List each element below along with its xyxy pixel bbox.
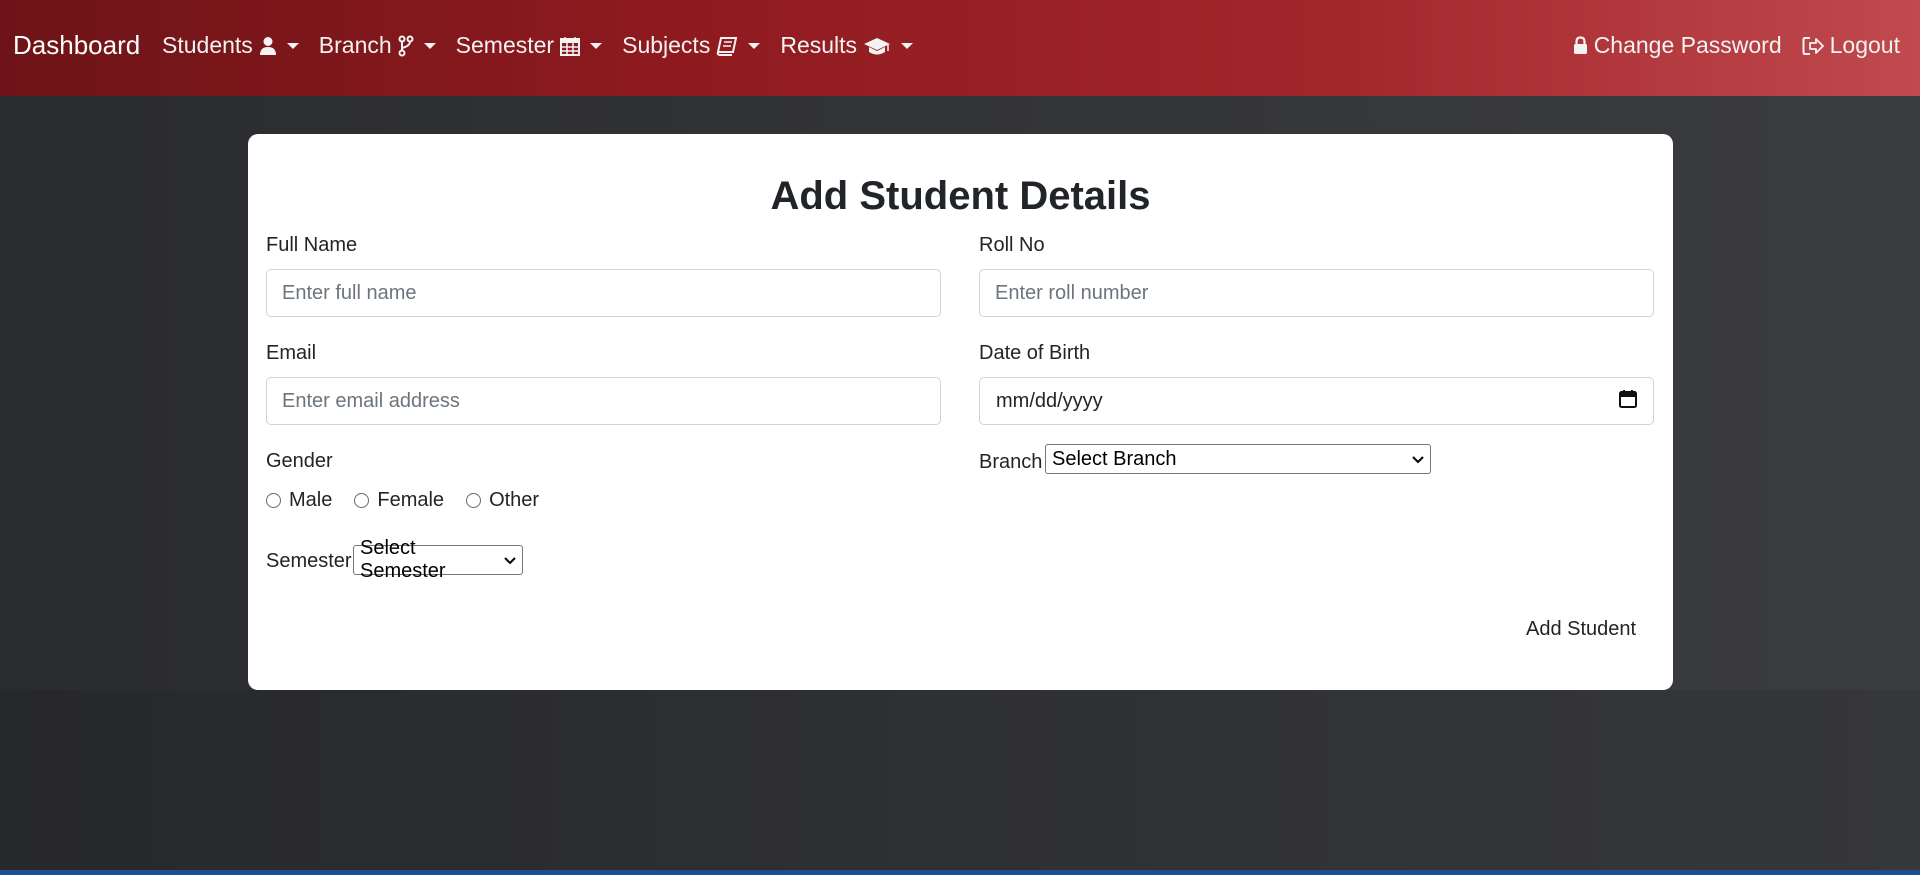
nav-semester-label: Semester <box>455 32 555 58</box>
nav-branch-dropdown[interactable]: Branch <box>319 32 436 59</box>
sign-out-icon <box>1802 36 1824 56</box>
email-input[interactable] <box>266 377 941 425</box>
nav-menu: Students Branch Semester Subjects Result… <box>162 32 933 59</box>
logout-link[interactable]: Logout <box>1802 32 1900 59</box>
chevron-down-icon <box>504 552 516 568</box>
dob-input[interactable]: mm/dd/yyyy <box>979 377 1654 425</box>
user-icon <box>259 36 277 56</box>
gender-female-label: Female <box>377 489 445 511</box>
nav-subjects-label: Subjects <box>622 32 711 58</box>
gender-female-option[interactable]: Female <box>354 489 444 512</box>
branch-select-value: Select Branch <box>1052 447 1177 470</box>
chevron-down-icon <box>286 42 299 49</box>
chevron-down-icon <box>901 42 914 49</box>
change-password-link[interactable]: Change Password <box>1573 32 1782 59</box>
full-name-label: Full Name <box>266 234 358 256</box>
dob-label: Date of Birth <box>979 342 1091 364</box>
logout-label: Logout <box>1829 32 1900 58</box>
semester-select-value: Select Semester <box>360 537 446 582</box>
nav-students-label: Students <box>162 32 253 58</box>
nav-account: Change Password Logout <box>1553 32 1900 59</box>
page-title: Add Student Details <box>770 174 1151 218</box>
chevron-down-icon <box>590 42 603 49</box>
dob-placeholder: mm/dd/yyyy <box>996 389 1103 412</box>
book-icon <box>716 36 738 56</box>
roll-no-label: Roll No <box>979 234 1045 256</box>
nav-students-dropdown[interactable]: Students <box>162 32 299 59</box>
code-branch-icon <box>398 35 414 57</box>
gender-radio-group: Male Female Other <box>266 489 561 512</box>
nav-semester-dropdown[interactable]: Semester <box>455 32 603 59</box>
gender-label: Gender <box>266 450 333 472</box>
roll-no-input[interactable] <box>979 269 1654 317</box>
lock-icon <box>1573 36 1588 55</box>
gender-male-option[interactable]: Male <box>266 489 332 512</box>
gender-other-label: Other <box>489 489 540 511</box>
brand-dashboard-link[interactable]: Dashboard <box>13 30 140 61</box>
navbar: Dashboard Students Branch Semester Subje… <box>0 0 1920 96</box>
gender-male-label: Male <box>289 489 333 511</box>
graduation-cap-icon <box>863 36 891 56</box>
page-bottom-strip <box>0 870 1920 875</box>
branch-label: Branch <box>979 451 1043 473</box>
nav-results-label: Results <box>780 32 858 58</box>
change-password-label: Change Password <box>1593 32 1782 58</box>
gender-male-radio[interactable] <box>266 493 281 508</box>
chevron-down-icon <box>1412 451 1424 467</box>
add-student-button[interactable]: Add Student <box>1526 618 1636 641</box>
nav-branch-label: Branch <box>318 32 392 58</box>
gender-other-option[interactable]: Other <box>466 489 539 512</box>
semester-label: Semester <box>266 550 352 572</box>
calendar-picker-icon[interactable] <box>1619 389 1637 414</box>
chevron-down-icon <box>748 42 761 49</box>
semester-select[interactable]: Select Semester <box>353 537 523 582</box>
full-name-input[interactable] <box>266 269 941 317</box>
nav-results-dropdown[interactable]: Results <box>780 32 914 59</box>
gender-female-radio[interactable] <box>354 493 370 508</box>
gender-other-radio[interactable] <box>466 493 482 508</box>
calendar-icon <box>560 36 581 56</box>
branch-select[interactable]: Select Branch <box>1045 444 1431 474</box>
email-label: Email <box>266 342 317 364</box>
add-student-card: Add Student Details Full Name Roll No Em… <box>248 134 1673 690</box>
page-lower-band <box>0 690 1920 870</box>
chevron-down-icon <box>423 42 436 49</box>
nav-subjects-dropdown[interactable]: Subjects <box>622 32 761 59</box>
